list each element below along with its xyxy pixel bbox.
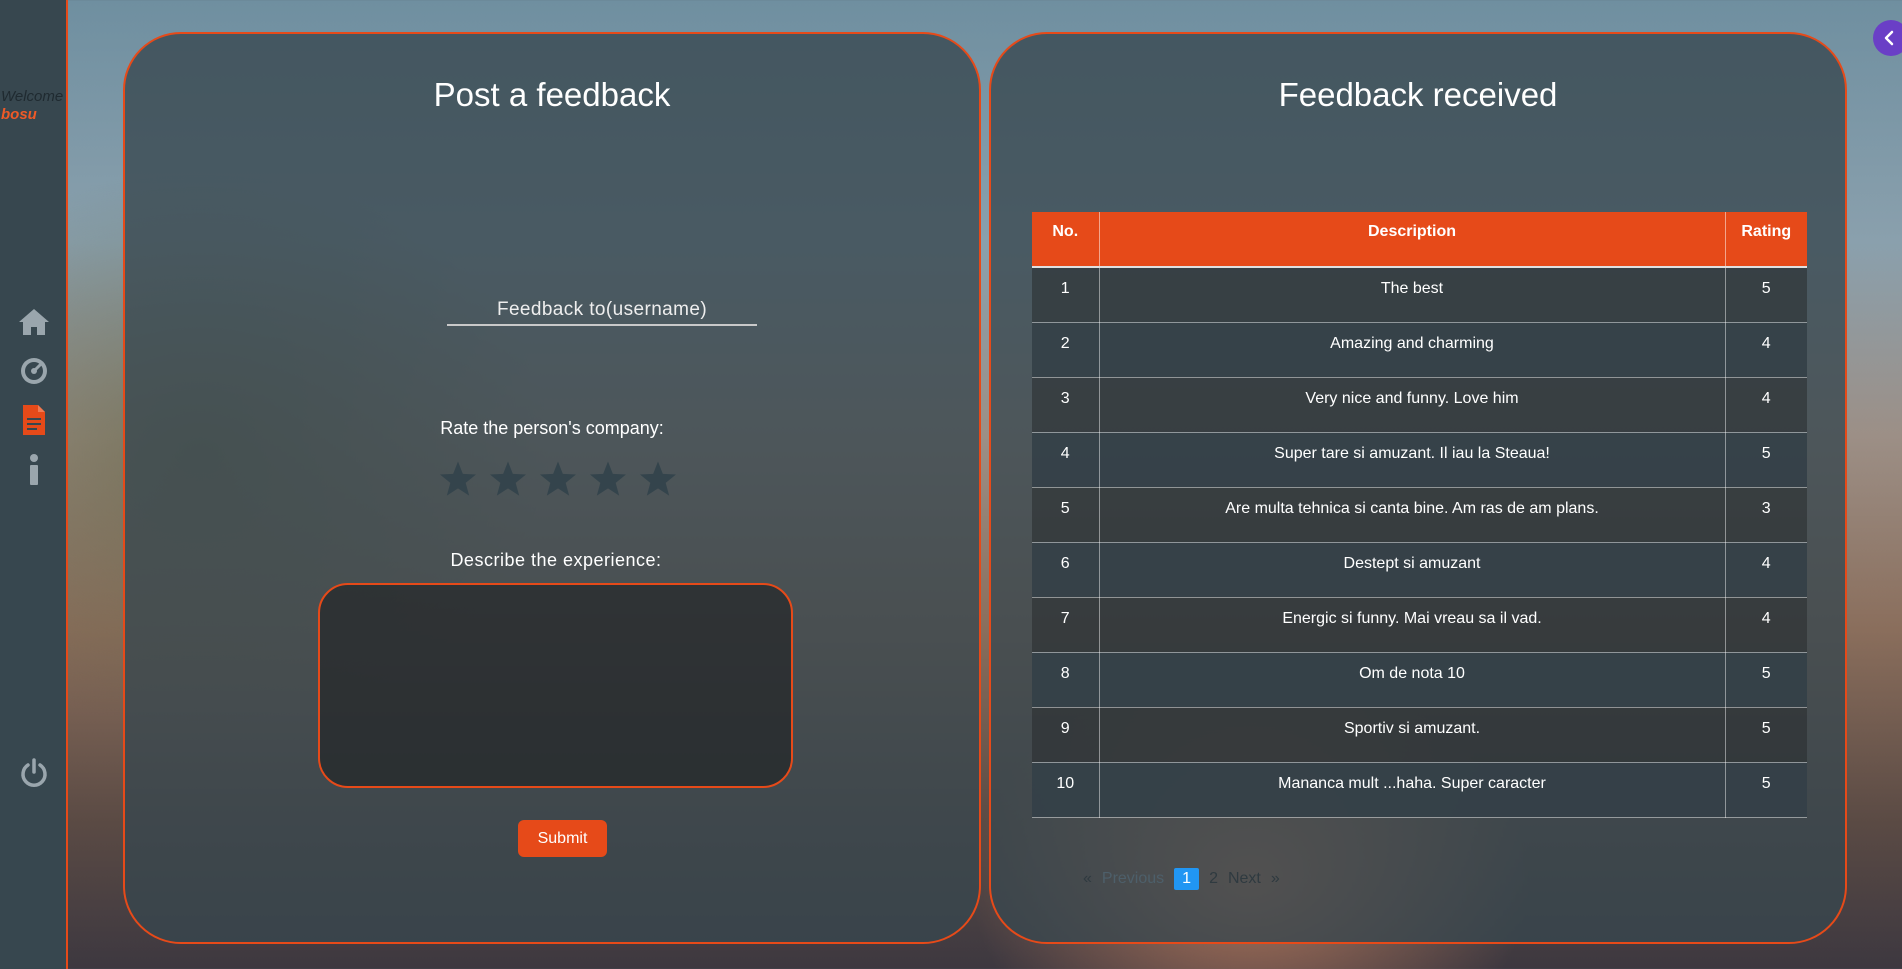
- experience-textarea[interactable]: [318, 583, 793, 788]
- cell-description: Mananca mult ...haha. Super caracter: [1099, 762, 1726, 818]
- feedback-table: No. Description Rating 1 The best 5 2 Am…: [1032, 212, 1807, 818]
- pagination-page-1[interactable]: 1: [1174, 868, 1200, 890]
- nav-home[interactable]: [17, 305, 51, 339]
- cell-no: 9: [1032, 707, 1100, 763]
- cell-rating: 4: [1725, 542, 1807, 598]
- cell-no: 6: [1032, 542, 1100, 598]
- cell-description: Om de nota 10: [1099, 652, 1726, 708]
- table-row: 4 Super tare si amuzant. Il iau la Steau…: [1032, 432, 1807, 488]
- info-icon: [30, 454, 38, 485]
- post-feedback-title: Post a feedback: [433, 76, 671, 113]
- username-label: bosu: [1, 106, 37, 123]
- cell-no: 7: [1032, 597, 1100, 653]
- feedback-received-panel: Feedback received No. Description Rating…: [989, 32, 1847, 944]
- table-row: 10 Mananca mult ...haha. Super caracter …: [1032, 762, 1807, 818]
- collapse-panel-button[interactable]: [1873, 20, 1902, 56]
- pagination-previous[interactable]: Previous: [1102, 870, 1164, 888]
- star-icon[interactable]: [488, 459, 528, 499]
- pagination-page-2[interactable]: 2: [1209, 870, 1218, 888]
- cell-rating: 5: [1725, 267, 1807, 323]
- cell-no: 3: [1032, 377, 1100, 433]
- dashboard-gauge-icon: [21, 358, 47, 384]
- cell-no: 4: [1032, 432, 1100, 488]
- pagination-last[interactable]: »: [1271, 870, 1280, 888]
- sidebar: Welcome bosu: [0, 0, 68, 969]
- cell-description: Destept si amuzant: [1099, 542, 1726, 598]
- header-no: No.: [1032, 212, 1100, 268]
- pagination-next[interactable]: Next: [1228, 870, 1261, 888]
- table-row: 2 Amazing and charming 4: [1032, 322, 1807, 378]
- cell-no: 1: [1032, 267, 1100, 323]
- table-row: 6 Destept si amuzant 4: [1032, 542, 1807, 598]
- cell-rating: 5: [1725, 652, 1807, 708]
- pagination: « Previous 1 2 Next »: [1083, 868, 1280, 890]
- chevron-left-icon: [1884, 30, 1894, 46]
- cell-rating: 4: [1725, 377, 1807, 433]
- describe-label: Describe the experience:: [450, 550, 662, 570]
- cell-description: Amazing and charming: [1099, 322, 1726, 378]
- table-row: 9 Sportiv si amuzant. 5: [1032, 707, 1807, 763]
- cell-rating: 4: [1725, 322, 1807, 378]
- cell-rating: 5: [1725, 762, 1807, 818]
- post-feedback-panel: Post a feedback Rate the person's compan…: [123, 32, 981, 944]
- star-icon[interactable]: [438, 459, 478, 499]
- table-row: 5 Are multa tehnica si canta bine. Am ra…: [1032, 487, 1807, 543]
- feedback-received-title: Feedback received: [1278, 76, 1558, 113]
- header-rating: Rating: [1725, 212, 1807, 268]
- logout-button[interactable]: [17, 756, 51, 790]
- table-row: 3 Very nice and funny. Love him 4: [1032, 377, 1807, 433]
- cell-no: 10: [1032, 762, 1100, 818]
- rate-label: Rate the person's company:: [440, 418, 664, 438]
- table-header-row: No. Description Rating: [1032, 212, 1807, 268]
- cell-description: Are multa tehnica si canta bine. Am ras …: [1099, 487, 1726, 543]
- cell-description: Sportiv si amuzant.: [1099, 707, 1726, 763]
- cell-no: 2: [1032, 322, 1100, 378]
- cell-rating: 5: [1725, 432, 1807, 488]
- document-icon: [23, 405, 45, 435]
- cell-rating: 4: [1725, 597, 1807, 653]
- cell-no: 5: [1032, 487, 1100, 543]
- feedback-to-input[interactable]: [447, 296, 757, 326]
- submit-button[interactable]: Submit: [518, 820, 607, 857]
- nav-feedback[interactable]: [17, 403, 51, 437]
- welcome-message: Welcome bosu: [1, 88, 63, 124]
- cell-description: Super tare si amuzant. Il iau la Steaua!: [1099, 432, 1726, 488]
- cell-description: The best: [1099, 267, 1726, 323]
- cell-description: Energic si funny. Mai vreau sa il vad.: [1099, 597, 1726, 653]
- table-row: 8 Om de nota 10 5: [1032, 652, 1807, 708]
- home-icon: [19, 309, 49, 335]
- table-row: 1 The best 5: [1032, 267, 1807, 323]
- table-row: 7 Energic si funny. Mai vreau sa il vad.…: [1032, 597, 1807, 653]
- star-rating[interactable]: [438, 459, 678, 499]
- nav-info[interactable]: [17, 453, 51, 487]
- pagination-first[interactable]: «: [1083, 870, 1092, 888]
- header-description: Description: [1099, 212, 1726, 268]
- cell-rating: 5: [1725, 707, 1807, 763]
- star-icon[interactable]: [588, 459, 628, 499]
- cell-rating: 3: [1725, 487, 1807, 543]
- nav-dashboard[interactable]: [17, 354, 51, 388]
- star-icon[interactable]: [538, 459, 578, 499]
- cell-no: 8: [1032, 652, 1100, 708]
- star-icon[interactable]: [638, 459, 678, 499]
- welcome-text: Welcome: [1, 88, 64, 105]
- power-icon: [21, 758, 47, 787]
- cell-description: Very nice and funny. Love him: [1099, 377, 1726, 433]
